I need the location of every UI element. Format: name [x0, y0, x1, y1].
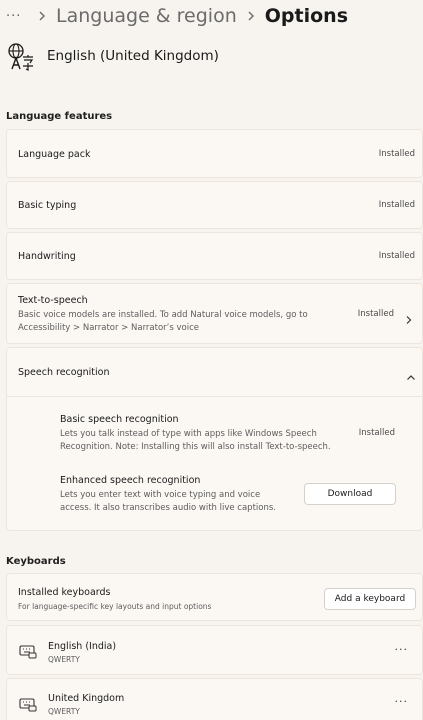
language-pack-row[interactable]: Language pack Installed	[6, 129, 423, 178]
language-features-title: Language features	[6, 111, 113, 122]
keyboard-icon	[19, 644, 37, 659]
keyboard-row[interactable]: United Kingdom QWERTY ···	[6, 678, 423, 720]
settings-page: ··· Language & region Options English (U…	[0, 0, 423, 720]
chevron-right-icon	[404, 310, 414, 324]
keyboard-icon	[19, 697, 37, 712]
add-keyboard-button[interactable]: Add a keyboard	[324, 588, 416, 610]
keyboard-layout: QWERTY	[48, 655, 80, 664]
keyboard-layout: QWERTY	[48, 707, 80, 716]
handwriting-status: Installed	[378, 251, 415, 261]
speech-recognition-expander: Speech recognition Basic speech recognit…	[6, 347, 423, 531]
enhanced-speech-description: Lets you enter text with voice typing an…	[60, 490, 276, 513]
speech-recognition-header[interactable]: Speech recognition	[7, 348, 423, 396]
basic-speech-label: Basic speech recognition	[60, 414, 179, 425]
download-button[interactable]: Download	[304, 483, 396, 505]
more-options-icon[interactable]: ···	[395, 695, 409, 708]
keyboard-name: English (India)	[48, 641, 117, 652]
language-header: English (United Kingdom)	[6, 40, 219, 72]
breadcrumb: ··· Language & region Options	[6, 2, 348, 30]
enhanced-speech-label: Enhanced speech recognition	[60, 475, 201, 486]
language-icon	[6, 41, 36, 71]
installed-keyboards-description: For language-specific key layouts and in…	[18, 602, 212, 611]
speech-recognition-label: Speech recognition	[18, 367, 110, 378]
language-pack-label: Language pack	[18, 149, 91, 160]
installed-keyboards-row: Installed keyboards For language-specifi…	[6, 573, 423, 621]
basic-speech-status: Installed	[358, 428, 395, 438]
keyboard-row[interactable]: English (India) QWERTY ···	[6, 625, 423, 675]
chevron-right-icon	[245, 10, 257, 22]
chevron-up-icon[interactable]	[406, 368, 416, 380]
chevron-right-icon	[36, 10, 48, 22]
text-to-speech-status: Installed	[357, 309, 394, 319]
keyboard-name: United Kingdom	[48, 693, 125, 704]
keyboards-title: Keyboards	[6, 556, 66, 567]
handwriting-row[interactable]: Handwriting Installed	[6, 232, 423, 280]
language-name: English (United Kingdom)	[47, 48, 219, 64]
basic-typing-row[interactable]: Basic typing Installed	[6, 181, 423, 229]
text-to-speech-label: Text-to-speech	[18, 295, 88, 306]
basic-typing-label: Basic typing	[18, 200, 77, 211]
more-icon[interactable]: ···	[6, 9, 28, 24]
basic-speech-description: Lets you talk instead of type with apps …	[60, 429, 331, 452]
page-title: Options	[264, 5, 349, 27]
more-options-icon[interactable]: ···	[395, 643, 409, 656]
basic-typing-status: Installed	[378, 200, 415, 210]
handwriting-label: Handwriting	[18, 251, 76, 262]
installed-keyboards-label: Installed keyboards	[18, 587, 111, 598]
text-to-speech-description: Basic voice models are installed. To add…	[18, 310, 308, 333]
language-pack-status: Installed	[378, 149, 415, 159]
breadcrumb-language-region[interactable]: Language & region	[56, 5, 237, 27]
divider	[7, 396, 423, 397]
text-to-speech-row[interactable]: Text-to-speech Basic voice models are in…	[6, 283, 423, 344]
